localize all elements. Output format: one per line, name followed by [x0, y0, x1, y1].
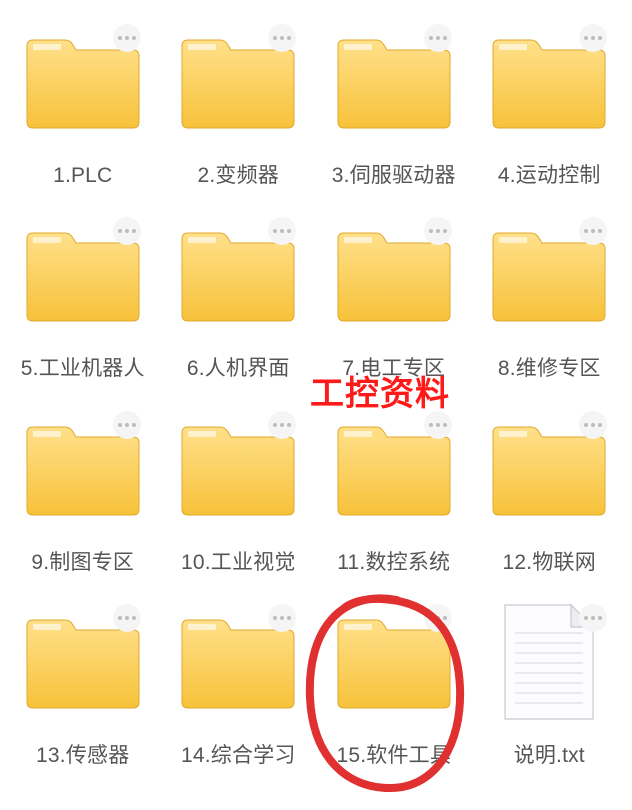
txt-file-icon [479, 592, 619, 732]
item-label: 8.维修专区 [498, 355, 601, 382]
folder-item[interactable]: 1.PLC [8, 6, 158, 189]
item-label: 3.伺服驱动器 [332, 162, 456, 189]
item-label: 11.数控系统 [337, 549, 450, 576]
folder-icon [324, 592, 464, 732]
file-grid: 1.PLC 2.变频器 3.伺服驱动器 4.运动控制 5.工业机器人 [0, 0, 632, 775]
item-label: 2.变频器 [197, 162, 279, 189]
folder-icon [479, 12, 619, 152]
folder-icon [324, 12, 464, 152]
more-icon[interactable] [268, 604, 296, 632]
folder-item[interactable]: 7.电工专区 [319, 199, 469, 382]
more-icon[interactable] [424, 24, 452, 52]
item-label: 15.软件工具 [336, 742, 451, 769]
item-label: 12.物联网 [503, 549, 596, 576]
folder-item[interactable]: 9.制图专区 [8, 393, 158, 576]
folder-icon [13, 399, 153, 539]
folder-icon [168, 399, 308, 539]
more-icon[interactable] [579, 411, 607, 439]
folder-item[interactable]: 10.工业视觉 [164, 393, 314, 576]
folder-icon [168, 592, 308, 732]
more-icon[interactable] [424, 217, 452, 245]
more-icon[interactable] [113, 604, 141, 632]
item-label: 1.PLC [53, 162, 112, 189]
folder-item[interactable]: 3.伺服驱动器 [319, 6, 469, 189]
folder-item[interactable]: 5.工业机器人 [8, 199, 158, 382]
folder-icon [479, 205, 619, 345]
folder-icon [13, 592, 153, 732]
item-label: 14.综合学习 [181, 742, 296, 769]
folder-item[interactable]: 14.综合学习 [164, 586, 314, 769]
more-icon[interactable] [424, 411, 452, 439]
folder-icon [324, 399, 464, 539]
item-label: 10.工业视觉 [181, 549, 296, 576]
more-icon[interactable] [113, 217, 141, 245]
folder-item[interactable]: 15.软件工具 [319, 586, 469, 769]
item-label: 6.人机界面 [187, 355, 290, 382]
folder-item[interactable]: 2.变频器 [164, 6, 314, 189]
folder-icon [13, 12, 153, 152]
item-label: 4.运动控制 [498, 162, 601, 189]
folder-item[interactable]: 11.数控系统 [319, 393, 469, 576]
item-label: 7.电工专区 [342, 355, 445, 382]
more-icon[interactable] [579, 604, 607, 632]
folder-icon [168, 205, 308, 345]
folder-item[interactable]: 13.传感器 [8, 586, 158, 769]
folder-item[interactable]: 12.物联网 [475, 393, 625, 576]
item-label: 13.传感器 [36, 742, 129, 769]
folder-item[interactable]: 6.人机界面 [164, 199, 314, 382]
item-label: 9.制图专区 [31, 549, 134, 576]
folder-icon [479, 399, 619, 539]
folder-icon [13, 205, 153, 345]
folder-item[interactable]: 4.运动控制 [475, 6, 625, 189]
more-icon[interactable] [424, 604, 452, 632]
more-icon[interactable] [113, 24, 141, 52]
folder-icon [324, 205, 464, 345]
item-label: 5.工业机器人 [21, 355, 145, 382]
folder-item[interactable]: 8.维修专区 [475, 199, 625, 382]
item-label: 说明.txt [514, 742, 585, 769]
more-icon[interactable] [268, 411, 296, 439]
folder-icon [168, 12, 308, 152]
txt-file-item[interactable]: 说明.txt [475, 586, 625, 769]
more-icon[interactable] [113, 411, 141, 439]
